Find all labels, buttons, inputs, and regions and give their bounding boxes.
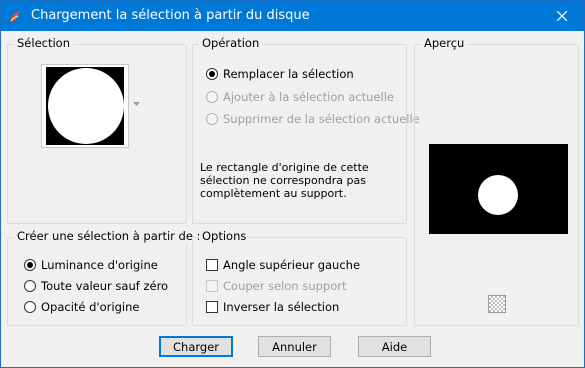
radio-control: [24, 259, 36, 271]
chevron-down-icon[interactable]: [133, 102, 140, 107]
cancel-button[interactable]: Annuler: [258, 336, 331, 357]
help-button[interactable]: Aide: [358, 336, 431, 357]
load-button[interactable]: Charger: [159, 336, 233, 357]
radio-label: Luminance d'origine: [41, 258, 158, 272]
checkerboard-icon[interactable]: [488, 295, 506, 313]
radio-source-opacity[interactable]: Opacité d'origine: [24, 300, 139, 314]
radio-control: [24, 280, 36, 292]
radio-control: [24, 301, 36, 313]
note-line: sélection ne correspondra pas: [200, 174, 366, 187]
radio-replace-selection[interactable]: Remplacer la sélection: [206, 67, 354, 81]
title-bar: Chargement la sélection à partir du disq…: [1, 1, 584, 31]
create-from-legend: Créer une sélection à partir de :: [14, 229, 204, 243]
checkbox-label: Inverser la sélection: [223, 300, 340, 314]
selection-thumbnail[interactable]: [41, 64, 129, 148]
radio-control: [206, 113, 218, 125]
selection-group: Sélection: [7, 36, 187, 224]
radio-label: Remplacer la sélection: [223, 67, 354, 81]
close-button[interactable]: [540, 1, 584, 31]
note-line: complètement au support.: [200, 187, 347, 200]
operation-group: Opération Remplacer la sélection Ajouter…: [192, 36, 420, 224]
preview-group: Aperçu: [414, 36, 579, 326]
checkbox-crop-to-canvas[interactable]: Couper selon support: [206, 279, 347, 293]
dialog-window: Chargement la sélection à partir du disq…: [0, 0, 585, 368]
checkbox-control: [206, 259, 218, 271]
checkbox-label: Angle supérieur gauche: [223, 258, 361, 272]
checkbox-control: [206, 301, 218, 313]
preview-legend: Aperçu: [421, 36, 468, 50]
note-line: Le rectangle d'origine de cette: [200, 161, 369, 174]
selection-circle: [48, 68, 124, 144]
options-legend: Options: [199, 229, 250, 243]
radio-control: [206, 91, 218, 103]
radio-control: [206, 68, 218, 80]
close-icon: [557, 11, 567, 21]
options-group: Options Angle supérieur gauche Couper se…: [192, 229, 407, 326]
checkbox-top-left-corner[interactable]: Angle supérieur gauche: [206, 258, 360, 272]
radio-subtract-from-selection[interactable]: Supprimer de la sélection actuelle: [206, 112, 420, 126]
app-icon: [10, 11, 21, 22]
preview-circle: [478, 175, 518, 215]
create-from-group: Créer une sélection à partir de : Lumina…: [7, 229, 204, 326]
radio-any-nonzero[interactable]: Toute valeur sauf zéro: [24, 279, 168, 293]
checkbox-label: Couper selon support: [223, 279, 347, 293]
checkbox-control: [206, 280, 218, 292]
radio-label: Opacité d'origine: [41, 300, 140, 314]
radio-source-luminance[interactable]: Luminance d'origine: [24, 258, 158, 272]
window-title: Chargement la sélection à partir du disq…: [31, 8, 310, 23]
radio-label: Ajouter à la sélection actuelle: [223, 90, 395, 104]
selection-legend: Sélection: [14, 36, 73, 50]
radio-add-to-selection[interactable]: Ajouter à la sélection actuelle: [206, 90, 394, 104]
checkbox-invert-selection[interactable]: Inverser la sélection: [206, 300, 339, 314]
operation-legend: Opération: [199, 36, 263, 50]
radio-label: Supprimer de la sélection actuelle: [223, 112, 420, 126]
radio-label: Toute valeur sauf zéro: [41, 279, 169, 293]
operation-note: Le rectangle d'origine de cette sélectio…: [200, 161, 369, 200]
preview-image: [429, 144, 568, 234]
